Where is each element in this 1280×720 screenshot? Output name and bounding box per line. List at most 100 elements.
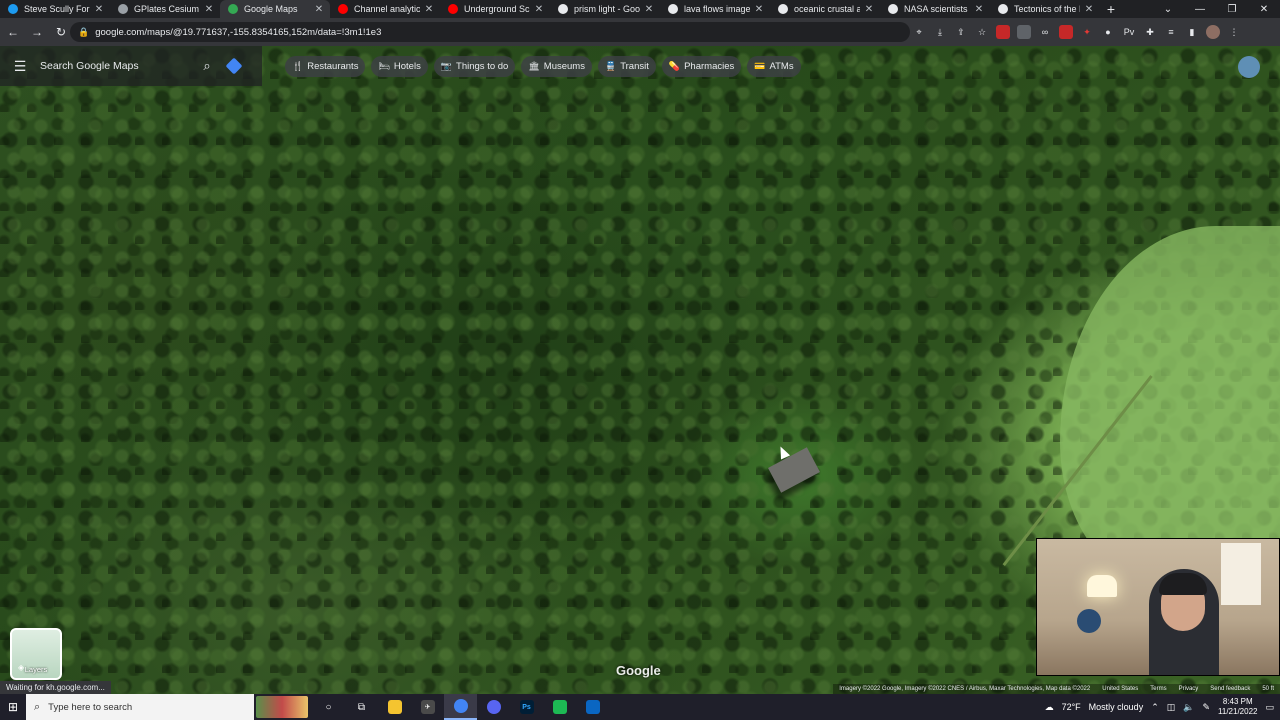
tab-favicon-icon [228,4,238,14]
green-app-icon[interactable] [543,694,576,720]
tab-title: Underground Scie [464,4,530,14]
extensions-puzzle-icon[interactable]: ✚ [1143,25,1157,39]
webcam-window [1221,543,1261,605]
address-bar[interactable]: 🔒 google.com/maps/@19.771637,-155.835416… [70,22,910,42]
maps-search-input[interactable] [40,60,195,72]
task-view-icon[interactable]: ⧉ [345,694,378,720]
tab-close-icon[interactable]: ✕ [314,4,324,15]
scale-bar[interactable]: 50 ft [1262,686,1274,692]
new-tab-button[interactable]: + [1100,0,1122,18]
tab-close-icon[interactable]: ✕ [644,4,654,15]
category-chip[interactable]: 🏛 Museums [521,56,592,77]
terms-link[interactable]: Terms [1150,686,1166,692]
taskbar-clock[interactable]: 8:43 PM 11/21/2022 [1218,697,1257,717]
privacy-link[interactable]: Privacy [1179,686,1199,692]
category-chip-label: Things to do [456,61,509,72]
file-explorer-icon[interactable] [378,694,411,720]
hamburger-menu-icon[interactable]: ☰ [0,58,40,75]
weather-temp[interactable]: 72°F [1062,702,1081,712]
camera-icon: 📷 [440,61,453,71]
photoshop-icon[interactable]: Ps [510,694,543,720]
google-logo: Google [616,663,661,678]
train-icon: 🚆 [604,61,617,71]
profile-avatar-icon[interactable] [1206,25,1220,39]
browser-tab[interactable]: oceanic crustal ag ✕ [770,0,880,18]
category-chip[interactable]: 🛏 Hotels [371,56,428,77]
lock-icon[interactable]: 🔒 [78,27,89,38]
windows-start-icon[interactable]: ⊞ [0,694,26,720]
extension-glasses-icon[interactable]: ∞ [1038,25,1052,39]
account-avatar[interactable] [1238,56,1260,78]
browser-tab[interactable]: Channel analytics ✕ [330,0,440,18]
app-bird-icon[interactable]: ✈ [411,694,444,720]
extension-red-icon[interactable] [996,25,1010,39]
tray-volume-icon[interactable]: 🔈 [1183,702,1194,713]
extension-badge-icon[interactable] [1017,25,1031,39]
chrome-icon[interactable] [444,694,477,720]
browser-tab[interactable]: Underground Scie ✕ [440,0,550,18]
install-icon[interactable]: ⤓ [933,25,947,39]
notifications-icon[interactable]: ▭ [1265,702,1274,713]
search-icon[interactable]: ⌕ [195,58,219,74]
layers-button[interactable]: ◈ Layers [10,628,62,680]
tab-close-icon[interactable]: ✕ [534,4,544,15]
location-icon[interactable]: ⌖ [912,25,926,39]
tray-chevron-icon[interactable]: ⌃ [1151,702,1159,713]
tab-title: NASA scientists sa [904,4,970,14]
discord-icon[interactable] [477,694,510,720]
weather-cloud-icon[interactable]: ☁ [1045,702,1054,713]
extension-pv-icon[interactable]: Pv [1122,25,1136,39]
minimize-icon[interactable]: — [1184,0,1216,18]
category-chip-label: Pharmacies [684,61,735,72]
browser-tab[interactable]: NASA scientists sa ✕ [880,0,990,18]
share-icon[interactable]: ⇪ [954,25,968,39]
browser-tab[interactable]: Google Maps ✕ [220,0,330,18]
feedback-link[interactable]: Send feedback [1210,686,1250,692]
reading-list-icon[interactable]: ≡ [1164,25,1178,39]
loading-status: Waiting for kh.google.com... [0,681,111,694]
extension-icons: ⌖ ⤓ ⇪ ☆ ∞ ✦ ● Pv ✚ ≡ ▮ ⋮ [912,22,1241,42]
weather-text[interactable]: Mostly cloudy [1089,702,1144,712]
tab-close-icon[interactable]: ✕ [204,4,214,15]
directions-icon[interactable] [219,57,249,75]
browser-tab[interactable]: Steve Scully For US ✕ [0,0,110,18]
forward-icon[interactable]: → [26,21,48,43]
extension-tag-icon[interactable]: ✦ [1080,25,1094,39]
browser-tab[interactable]: lava flows images ✕ [660,0,770,18]
category-chip[interactable]: 💳 ATMs [747,56,801,77]
restore-icon[interactable]: ❐ [1216,0,1248,18]
tab-close-icon[interactable]: ✕ [754,4,764,15]
category-chip[interactable]: 🚆 Transit [597,56,656,77]
tab-close-icon[interactable]: ✕ [424,4,434,15]
tray-pen-icon[interactable]: ✎ [1202,702,1210,713]
blue-app-icon[interactable] [576,694,609,720]
tab-close-icon[interactable]: ✕ [864,4,874,15]
tab-search-icon[interactable]: ⌄ [1152,0,1184,18]
browser-tab[interactable]: GPlates Cesium ✕ [110,0,220,18]
tab-title: Google Maps [244,4,298,14]
map-clearing [1060,226,1280,586]
back-icon[interactable]: ← [2,21,24,43]
extension-circle-icon[interactable]: ● [1101,25,1115,39]
browser-tab[interactable]: prism light - Goog ✕ [550,0,660,18]
reload-icon[interactable]: ↻ [50,21,72,43]
bookmark-star-icon[interactable]: ☆ [975,25,989,39]
tab-title: Tectonics of the N [1014,4,1080,14]
browser-tab[interactable]: Tectonics of the N ✕ [990,0,1100,18]
tray-network-icon[interactable]: ◫ [1167,702,1176,713]
tab-close-icon[interactable]: ✕ [1084,4,1094,15]
category-chip[interactable]: 📷 Things to do [433,56,516,77]
close-window-icon[interactable]: ✕ [1248,0,1280,18]
tab-close-icon[interactable]: ✕ [94,4,104,15]
cortana-icon[interactable]: ○ [312,694,345,720]
side-panel-icon[interactable]: ▮ [1185,25,1199,39]
taskbar-highlight-widget[interactable] [256,696,308,718]
extension-shield-icon[interactable] [1059,25,1073,39]
taskbar-search-box[interactable]: ⌕ Type here to search [26,694,254,720]
pharmacy-icon: 💊 [668,61,681,71]
category-chip[interactable]: 🍴 Restaurants [285,56,366,77]
category-chip[interactable]: 💊 Pharmacies [661,56,742,77]
tab-close-icon[interactable]: ✕ [974,4,984,15]
menu-kebab-icon[interactable]: ⋮ [1227,25,1241,39]
region-link[interactable]: United States [1102,686,1138,692]
